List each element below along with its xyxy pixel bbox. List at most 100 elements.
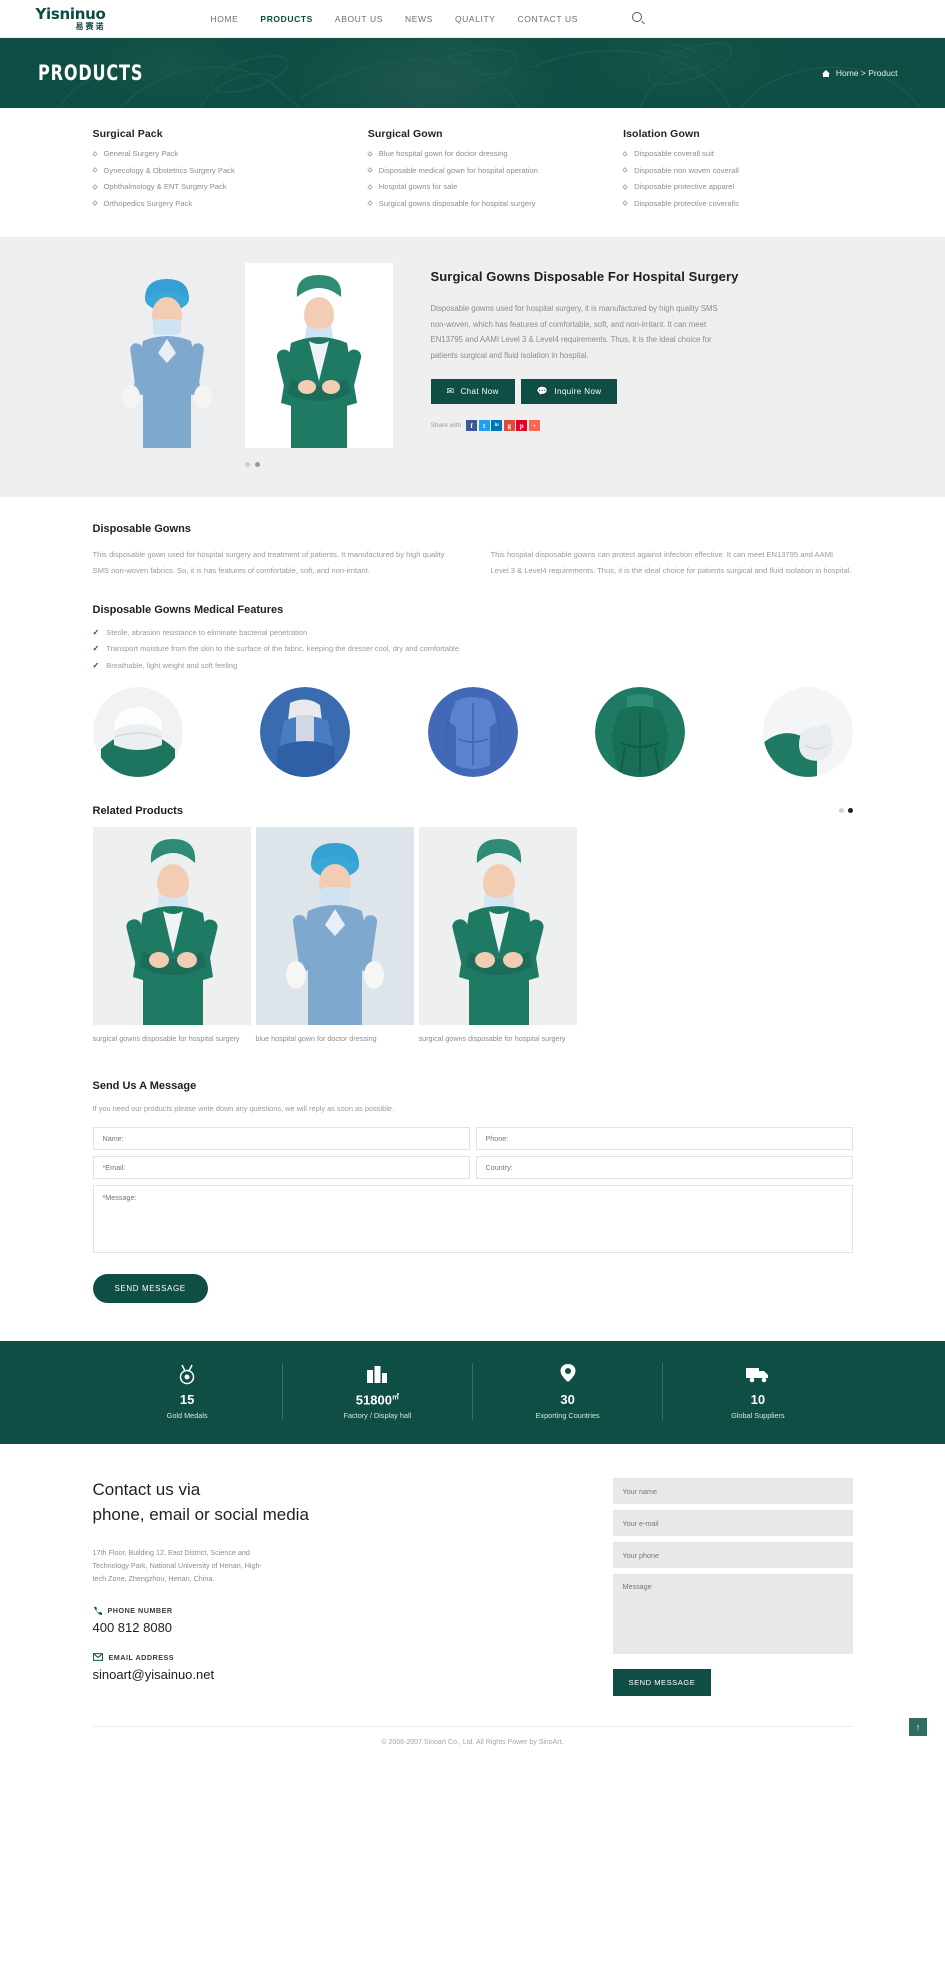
nav-item-about-us[interactable]: ABOUT US xyxy=(335,14,383,24)
site-footer: Contact us via phone, email or social me… xyxy=(0,1444,945,1762)
features-list: ✓ Sterile, abrasion resistance to elimina… xyxy=(93,628,853,671)
message-textarea[interactable] xyxy=(92,1185,853,1254)
diamond-bullet-icon xyxy=(622,150,628,157)
chat-now-button[interactable]: ✉ Chat Now xyxy=(430,379,515,405)
category-title: Surgical Pack xyxy=(92,128,163,140)
gallery-dot-1[interactable] xyxy=(245,462,250,468)
stat-number-value: 51800 xyxy=(355,1392,392,1408)
related-product-caption: surgical gowns disposable for hospital s… xyxy=(418,1033,566,1043)
footer-name-input[interactable] xyxy=(612,1478,853,1505)
feature-text: Transport moisture from the skin to the … xyxy=(106,644,462,654)
category-link[interactable]: Disposable non woven coverall xyxy=(622,166,838,175)
category-link[interactable]: Ophthalmology & ENT Surgery Pack xyxy=(91,182,332,192)
share-more-icon[interactable]: + xyxy=(528,420,540,432)
category-link-label: Orthopedics Surgery Pack xyxy=(103,198,193,208)
stat-number: 15 xyxy=(179,1392,195,1408)
category-link-label: Blue hospital gown for doctor dressing xyxy=(378,149,508,158)
category-link[interactable]: Gynecology & Obstetrics Surgery Pack xyxy=(91,165,332,175)
related-product-card[interactable]: blue hospital gown for doctor dressing xyxy=(255,826,414,1044)
send-message-button[interactable]: SEND MESSAGE xyxy=(92,1274,208,1304)
feature-image-hood[interactable] xyxy=(260,686,350,777)
footer-heading-line1: Contact us via xyxy=(92,1480,201,1500)
twitter-icon[interactable]: t xyxy=(478,420,490,432)
stat-label: Factory / Display hall xyxy=(343,1411,412,1421)
related-dot-2[interactable] xyxy=(847,808,853,814)
email-input[interactable] xyxy=(92,1156,470,1180)
site-header: Yisninuo 易赛诺 HOME PRODUCTS ABOUT US NEWS… xyxy=(0,0,945,38)
gowns-paragraph-left: This disposable gown used for hospital s… xyxy=(92,550,445,575)
footer-phone-input[interactable] xyxy=(612,1542,853,1569)
gallery-dot-2[interactable] xyxy=(255,462,260,468)
footer-message-textarea[interactable] xyxy=(612,1574,853,1655)
category-link[interactable]: Disposable medical gown for hospital ope… xyxy=(366,166,585,175)
nav-item-quality[interactable]: QUALITY xyxy=(455,14,496,24)
related-dot-1[interactable] xyxy=(838,808,844,814)
feature-item: ✓ Transport moisture from the skin to the… xyxy=(93,644,853,654)
category-link-label: Gynecology & Obstetrics Surgery Pack xyxy=(103,165,235,175)
product-info: Surgical Gowns Disposable For Hospital S… xyxy=(413,263,853,467)
footer-contact-form: SEND MESSAGE xyxy=(612,1478,853,1699)
nav-item-products[interactable]: PRODUCTS xyxy=(260,14,313,24)
logo-subtext: 易赛诺 xyxy=(75,21,106,31)
diamond-bullet-icon xyxy=(622,167,628,173)
category-link[interactable]: Surgical gowns disposable for hospital s… xyxy=(366,198,585,208)
category-link-label: Surgical gowns disposable for hospital s… xyxy=(378,198,536,208)
pinterest-icon[interactable]: p xyxy=(516,420,528,432)
footer-phone-value[interactable]: 400 812 8080 xyxy=(93,1620,423,1635)
footer-email-input[interactable] xyxy=(612,1510,853,1537)
product-detail-section: Surgical Gowns Disposable For Hospital S… xyxy=(0,237,945,498)
blue-scrubs-nurse-illustration xyxy=(255,826,414,1025)
category-link[interactable]: Disposable protective apparel xyxy=(622,182,838,192)
footer-email-label-row: EMAIL ADDRESS xyxy=(92,1653,423,1662)
nav-item-news[interactable]: NEWS xyxy=(405,14,433,24)
feature-text: Sterile, abrasion resistance to eliminat… xyxy=(106,627,308,637)
category-link[interactable]: Disposable coverall suit xyxy=(622,149,838,158)
envelope-icon: ✉ xyxy=(446,386,455,397)
inquire-now-button[interactable]: 💬 Inquire Now xyxy=(520,379,618,405)
message-form-subtitle: If you need our products please write do… xyxy=(92,1104,395,1114)
related-product-card[interactable]: surgical gowns disposable for hospital s… xyxy=(92,826,251,1044)
feature-image-cap[interactable] xyxy=(92,686,183,777)
product-image-green-gown[interactable] xyxy=(244,263,393,449)
diamond-bullet-icon xyxy=(366,183,373,190)
category-link[interactable]: General Surgery Pack xyxy=(91,149,332,158)
check-icon: ✓ xyxy=(92,627,100,637)
google-plus-icon[interactable]: g xyxy=(503,420,515,432)
related-products-title: Related Products xyxy=(92,804,183,817)
stat-unit: ㎡ xyxy=(391,1394,399,1402)
category-link[interactable]: Orthopedics Surgery Pack xyxy=(91,198,332,208)
category-link-label: Ophthalmology & ENT Surgery Pack xyxy=(103,182,227,192)
page-title: PRODUCTS xyxy=(37,61,143,85)
footer-email-block: EMAIL ADDRESS sinoart@yisainuo.net xyxy=(92,1653,423,1682)
category-link[interactable]: Blue hospital gown for doctor dressing xyxy=(366,149,585,158)
feature-image-green-gown[interactable] xyxy=(595,686,685,777)
category-link[interactable]: Disposable protective coveralls xyxy=(622,199,838,208)
feature-text: Breathable, light weight and soft feelin… xyxy=(106,660,238,670)
category-link-label: General Surgery Pack xyxy=(103,149,179,158)
back-to-top-button[interactable]: ↑ xyxy=(909,1717,927,1736)
footer-email-value[interactable]: sinoart@yisainuo.net xyxy=(93,1667,423,1682)
medal-icon xyxy=(93,1363,282,1385)
footer-send-message-button[interactable]: SEND MESSAGE xyxy=(612,1669,712,1697)
diamond-bullet-icon xyxy=(366,150,373,157)
diamond-bullet-icon xyxy=(91,150,98,157)
linkedin-icon[interactable]: in xyxy=(491,420,503,432)
surgical-cap-illustration xyxy=(92,686,183,777)
footer-heading-line2: phone, email or social media xyxy=(92,1505,309,1525)
home-icon[interactable] xyxy=(821,69,831,78)
product-image-blue-scrubs[interactable] xyxy=(92,263,241,449)
category-link-label: Disposable protective apparel xyxy=(634,182,735,192)
truck-icon xyxy=(663,1363,852,1385)
nav-item-contact-us[interactable]: CONTACT US xyxy=(518,14,578,24)
feature-image-glove[interactable] xyxy=(762,686,853,777)
category-link[interactable]: Hospital gowns for sale xyxy=(366,182,585,191)
name-input[interactable] xyxy=(92,1127,470,1151)
country-input[interactable] xyxy=(475,1156,853,1180)
facebook-icon[interactable]: f xyxy=(466,420,478,432)
phone-input[interactable] xyxy=(475,1127,853,1151)
nav-item-home[interactable]: HOME xyxy=(211,14,239,24)
search-icon[interactable] xyxy=(631,12,645,25)
feature-image-gown-back[interactable] xyxy=(427,686,518,777)
site-logo[interactable]: Yisninuo 易赛诺 xyxy=(36,6,106,31)
related-product-card[interactable]: surgical gowns disposable for hospital s… xyxy=(418,826,577,1044)
